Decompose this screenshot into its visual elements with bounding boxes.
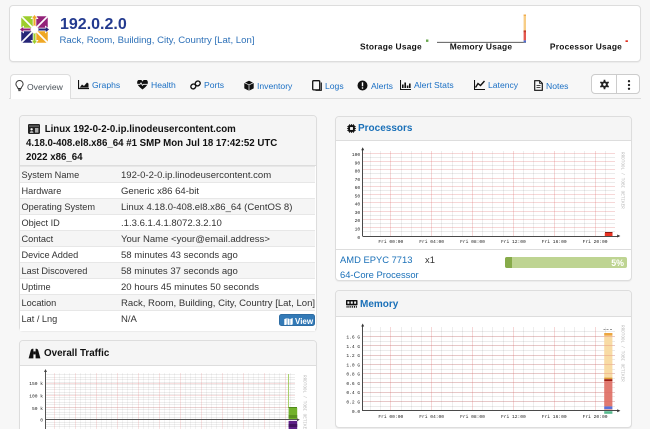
- svg-text:1.2 G: 1.2 G: [346, 353, 360, 359]
- svg-text:Fri 16:00: Fri 16:00: [542, 414, 567, 420]
- svg-text:Fri 00:00: Fri 00:00: [378, 239, 403, 245]
- svg-text:Processor Usage: Processor Usage: [550, 42, 622, 52]
- svg-text:1.0 G: 1.0 G: [346, 362, 360, 368]
- svg-text:0: 0: [40, 418, 43, 424]
- svg-text:30: 30: [355, 210, 361, 216]
- svg-text:RRDTOOL / TOBI OETIKER: RRDTOOL / TOBI OETIKER: [620, 325, 625, 382]
- svg-text:0.0: 0.0: [352, 409, 361, 415]
- svg-text:100 k: 100 k: [29, 393, 43, 399]
- svg-text:Fri 20:00: Fri 20:00: [583, 414, 608, 420]
- svg-text:Fri 20:00: Fri 20:00: [583, 239, 608, 245]
- svg-text:Fri 08:00: Fri 08:00: [460, 239, 485, 245]
- svg-text:Fri 12:00: Fri 12:00: [501, 239, 526, 245]
- svg-text:RRDTOOL / TOBI OETIKER: RRDTOOL / TOBI OETIKER: [302, 375, 307, 429]
- svg-text:150 k: 150 k: [29, 381, 43, 387]
- svg-text:70: 70: [355, 177, 361, 183]
- svg-text:Fri 16:00: Fri 16:00: [542, 239, 567, 245]
- svg-text:1.4 G: 1.4 G: [346, 344, 360, 350]
- svg-text:Fri 12:00: Fri 12:00: [501, 414, 526, 420]
- svg-text:Fri 04:00: Fri 04:00: [419, 414, 444, 420]
- svg-text:1.6 G: 1.6 G: [346, 335, 360, 341]
- svg-text:50: 50: [355, 193, 361, 199]
- svg-text:Fri 08:00: Fri 08:00: [460, 414, 485, 420]
- svg-text:0.2 G: 0.2 G: [346, 400, 360, 406]
- svg-text:60: 60: [355, 185, 361, 191]
- svg-text:RRDTOOL / TOBI OETIKER: RRDTOOL / TOBI OETIKER: [620, 152, 625, 209]
- svg-text:0: 0: [357, 235, 360, 241]
- svg-text:80: 80: [355, 169, 361, 175]
- svg-text:100: 100: [352, 152, 361, 158]
- svg-text:Fri 04:00: Fri 04:00: [419, 239, 444, 245]
- svg-text:90: 90: [355, 160, 361, 166]
- svg-text:Memory Usage: Memory Usage: [450, 42, 513, 52]
- svg-text:0.4 G: 0.4 G: [346, 390, 360, 396]
- svg-text:Storage Usage: Storage Usage: [360, 42, 422, 52]
- svg-text:10: 10: [355, 227, 361, 233]
- svg-text:20: 20: [355, 218, 361, 224]
- svg-text:0.8 G: 0.8 G: [346, 372, 360, 378]
- svg-text:50 k: 50 k: [32, 406, 43, 412]
- svg-text:0.6 G: 0.6 G: [346, 381, 360, 387]
- svg-text:40: 40: [355, 202, 361, 208]
- svg-text:Fri 00:00: Fri 00:00: [378, 414, 403, 420]
